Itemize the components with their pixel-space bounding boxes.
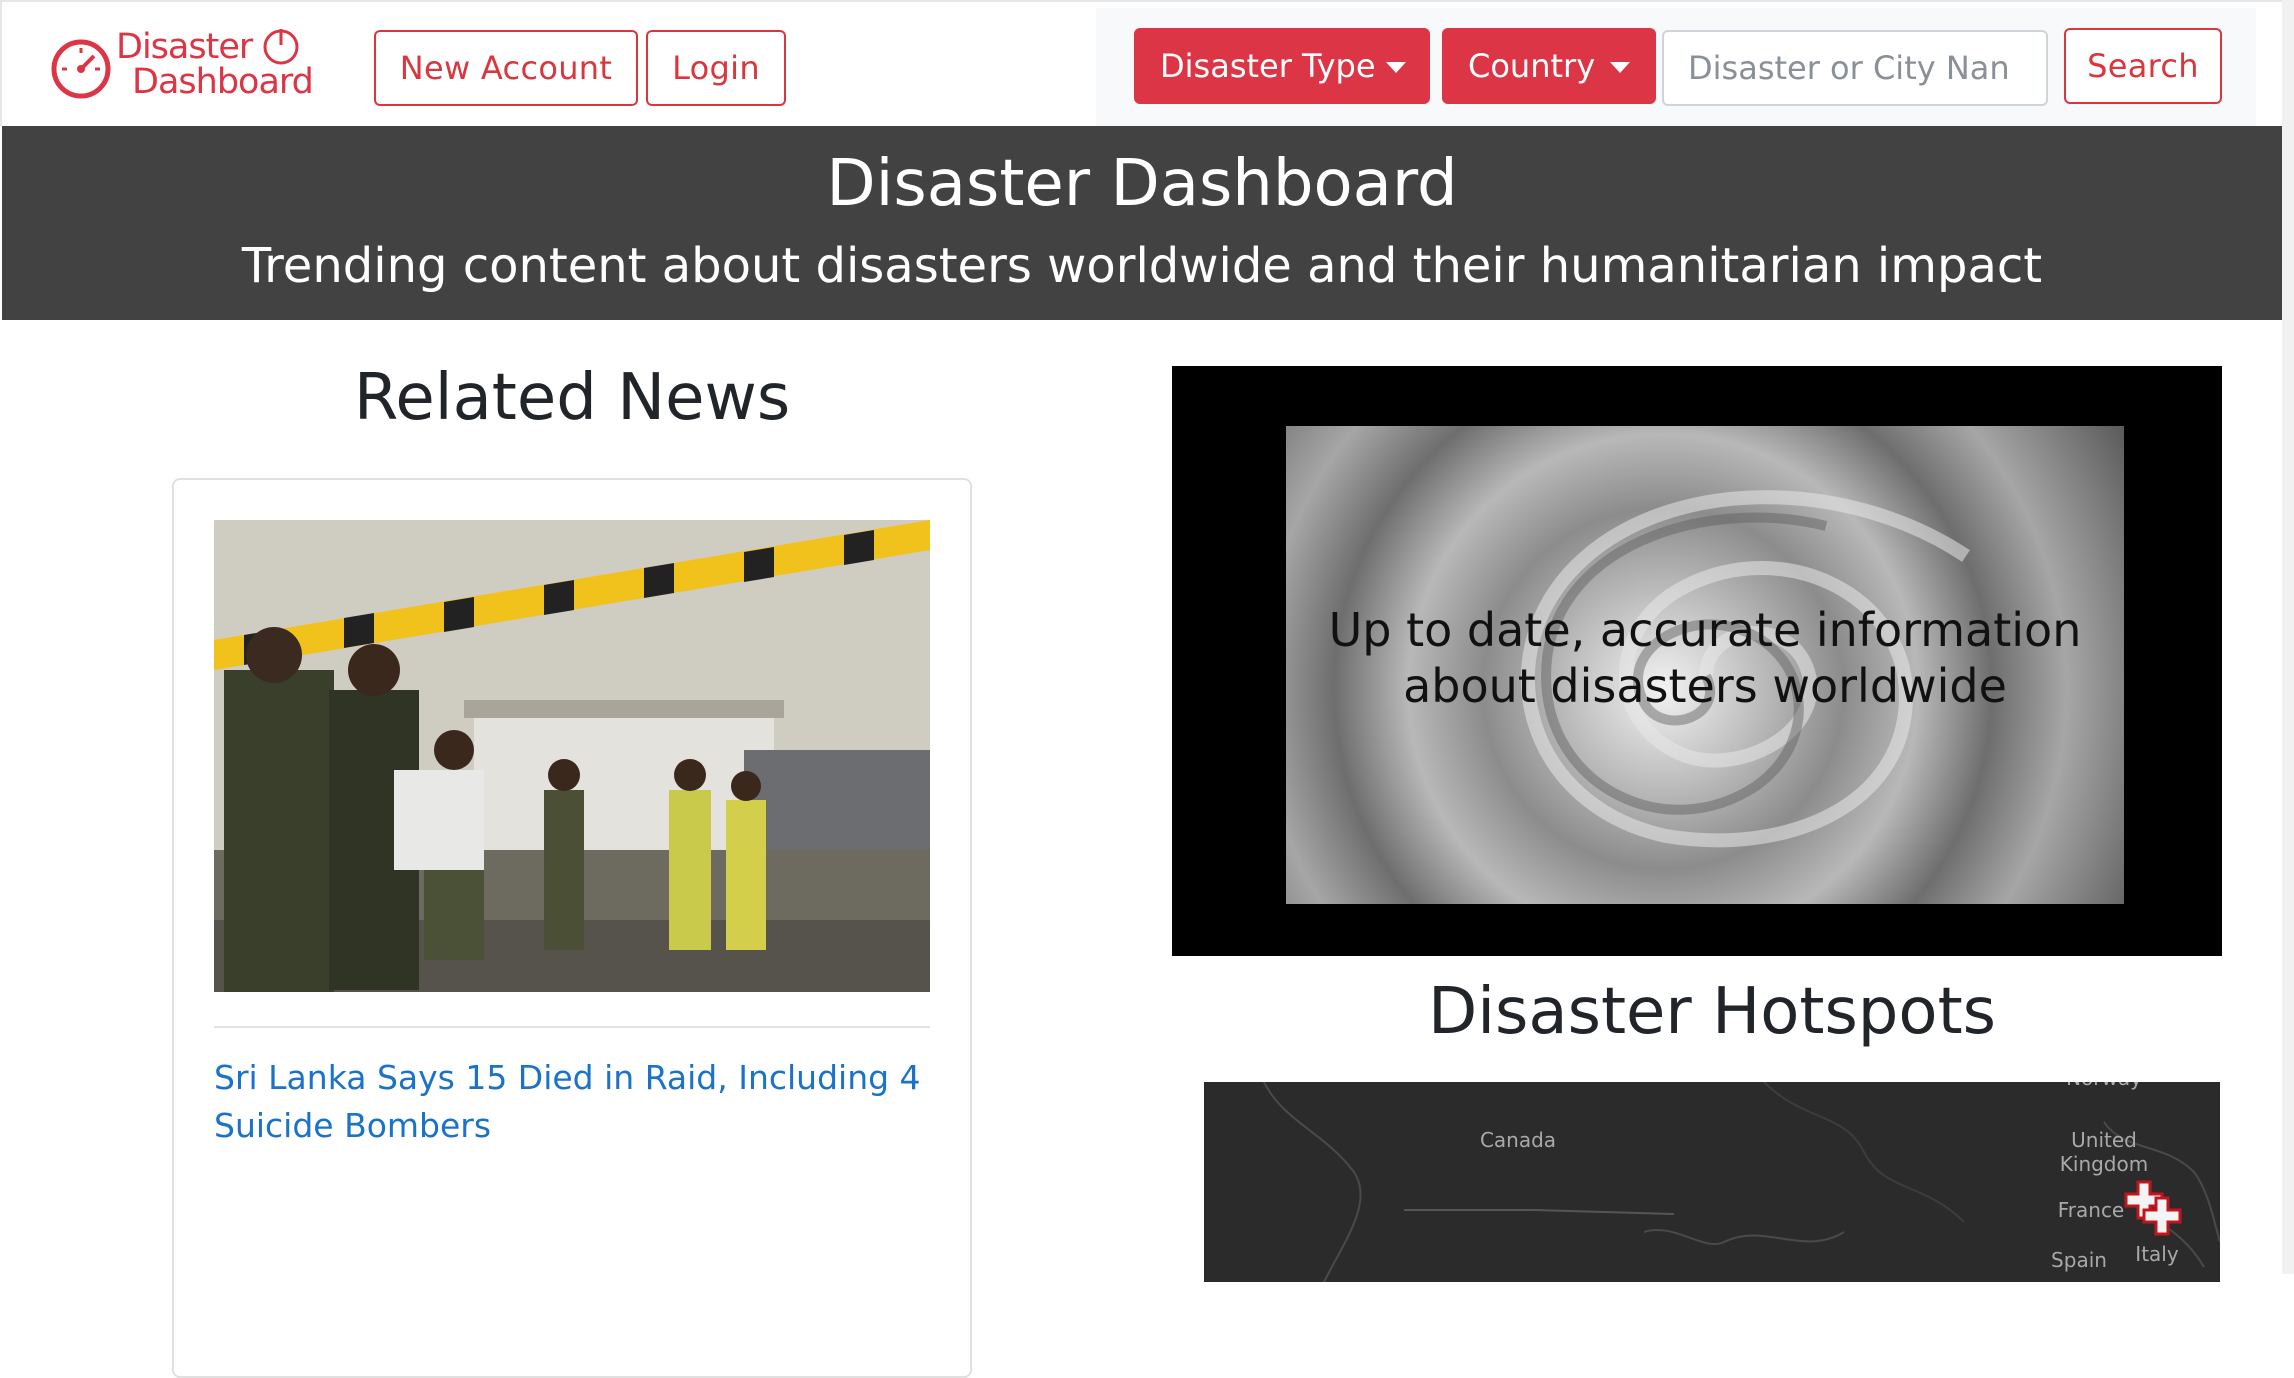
search-button[interactable]: Search — [2064, 28, 2222, 104]
page-title: Disaster Dashboard — [826, 147, 1458, 221]
map-label-spain: Spain — [2051, 1248, 2107, 1272]
map-label-france: France — [2057, 1198, 2125, 1222]
map-label-united-kingdom: United Kingdom — [2059, 1128, 2149, 1176]
new-account-button[interactable]: New Account — [374, 30, 638, 106]
caret-down-icon — [1610, 62, 1630, 73]
related-news-heading: Related News — [353, 361, 791, 435]
map-label-italy: Italy — [2135, 1242, 2179, 1266]
hotspot-map[interactable]: Canada Norway United Kingdom France Spai… — [1204, 1082, 2220, 1282]
news-article-link[interactable]: Sri Lanka Says 15 Died in Raid, Includin… — [214, 1054, 930, 1150]
search-input[interactable] — [1662, 30, 2048, 106]
brand-line-2: Dashboard — [132, 62, 314, 102]
news-photo — [214, 520, 930, 992]
caret-down-icon — [1386, 62, 1406, 73]
video-caption: Up to date, accurate information about d… — [1328, 603, 2082, 713]
page-subtitle: Trending content about disasters worldwi… — [241, 238, 2043, 294]
login-button[interactable]: Login — [646, 30, 786, 106]
top-navbar: Disaster Dashboard New Account Login Dis… — [0, 0, 2282, 128]
news-image[interactable] — [214, 520, 930, 992]
disaster-hotspots-heading: Disaster Hotspots — [1427, 975, 1997, 1049]
disaster-type-label: Disaster Type — [1160, 47, 1376, 85]
country-dropdown[interactable]: Country — [1442, 28, 1656, 104]
gauge-icon — [51, 39, 111, 99]
power-icon — [263, 29, 299, 65]
video-player[interactable]: Up to date, accurate information about d… — [1172, 366, 2222, 956]
disaster-type-dropdown[interactable]: Disaster Type — [1134, 28, 1430, 104]
map-label-norway: Norway — [2044, 1082, 2164, 1090]
map-label-canada: Canada — [1479, 1128, 1557, 1152]
brand-wordmark: Disaster Dashboard — [116, 27, 314, 102]
divider — [214, 1026, 930, 1028]
hurricane-video-frame: Up to date, accurate information about d… — [1286, 426, 2124, 904]
country-label: Country — [1468, 47, 1596, 85]
page-scrollbar[interactable] — [2282, 0, 2294, 1274]
brand-line-1: Disaster — [116, 27, 253, 67]
brand-logo[interactable]: Disaster Dashboard — [50, 26, 314, 104]
hotspot-marker-icon[interactable] — [2142, 1196, 2182, 1236]
news-card: Sri Lanka Says 15 Died in Raid, Includin… — [172, 478, 972, 1378]
hero-banner: Disaster Dashboard Trending content abou… — [2, 126, 2282, 320]
